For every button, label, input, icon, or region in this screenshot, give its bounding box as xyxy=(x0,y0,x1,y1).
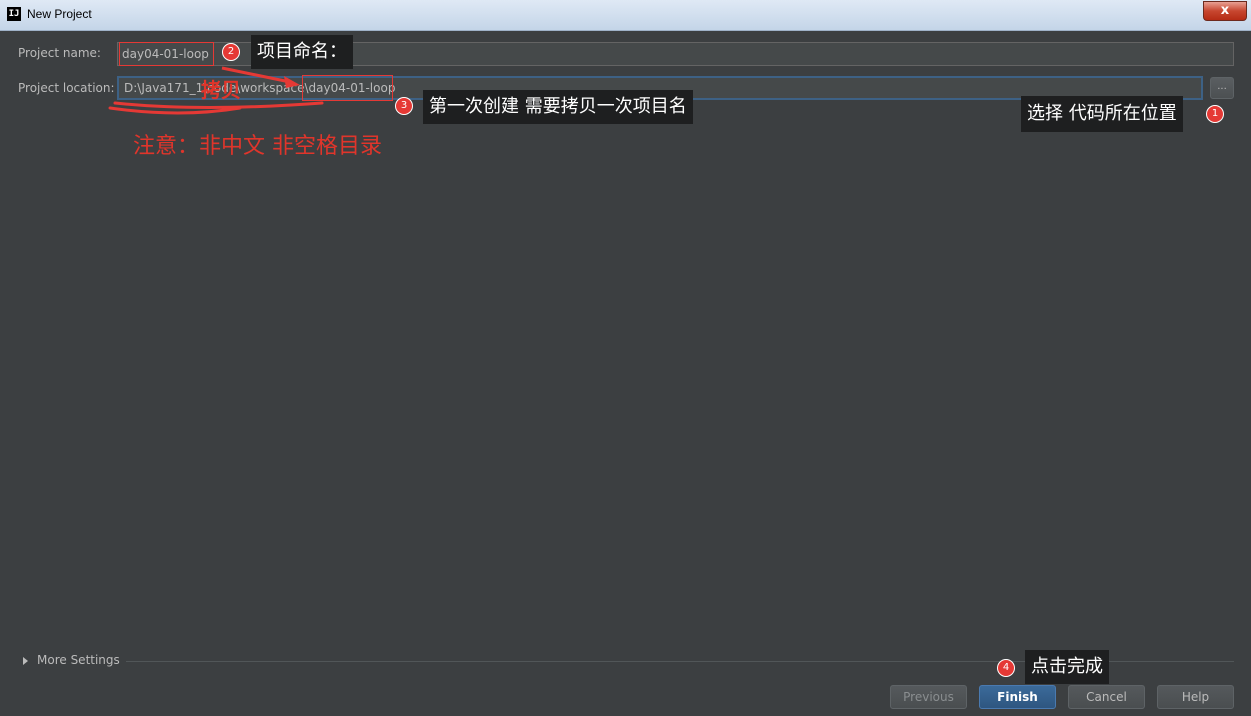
help-button[interactable]: Help xyxy=(1157,685,1234,709)
step4-callout: 点击完成 xyxy=(1025,650,1109,684)
finish-button[interactable]: Finish xyxy=(979,685,1056,709)
step2-badge: 2 xyxy=(222,43,240,61)
cancel-button[interactable]: Cancel xyxy=(1068,685,1145,709)
step3-callout: 第一次创建 需要拷贝一次项目名 xyxy=(423,90,693,124)
step3-badge: 3 xyxy=(395,97,413,115)
expand-arrow-icon xyxy=(23,656,28,665)
more-settings-toggle[interactable]: More Settings xyxy=(23,653,120,667)
previous-button[interactable]: Previous xyxy=(890,685,967,709)
underline-scribble xyxy=(108,101,324,115)
copy-arrow-head xyxy=(284,76,300,88)
copy-note: 拷贝 xyxy=(201,78,241,102)
step1-callout: 选择 代码所在位置 xyxy=(1021,96,1183,132)
step4-badge: 4 xyxy=(997,659,1015,677)
step2-callout: 项目命名： xyxy=(251,35,353,69)
step1-badge: 1 xyxy=(1206,105,1224,123)
warning-note: 注意：非中文 非空格目录 xyxy=(133,134,382,159)
more-settings-label: More Settings xyxy=(37,653,120,667)
